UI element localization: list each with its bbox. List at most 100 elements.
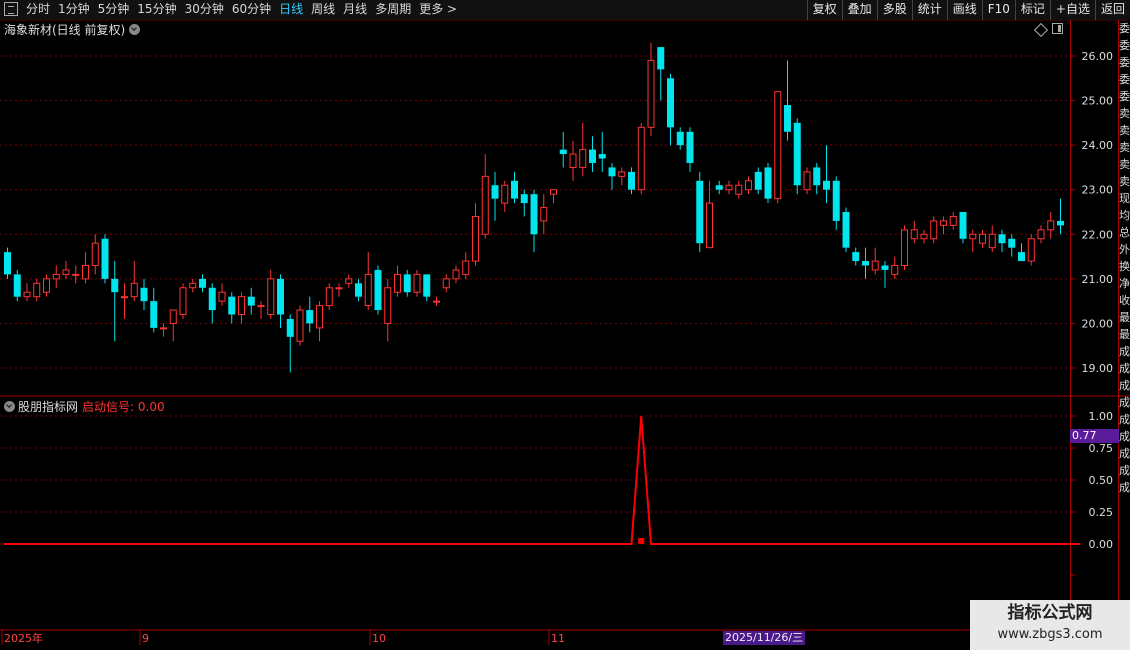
candle-body — [208, 287, 216, 311]
candle-body — [472, 215, 479, 262]
candle-body — [364, 273, 372, 307]
candle-body — [257, 305, 265, 308]
quote-label-char: 卖 — [1119, 141, 1130, 154]
price-tick-label: 26.00 — [1082, 50, 1114, 63]
candle-body — [550, 189, 557, 195]
quote-label-char: 成 — [1119, 481, 1130, 494]
candle-body — [598, 154, 606, 159]
candle-body — [813, 167, 821, 186]
candle-body — [501, 184, 509, 204]
indicator-tick-label: 0.75 — [1089, 442, 1114, 455]
chevron-down-icon[interactable] — [129, 24, 141, 35]
candle-body — [169, 309, 177, 324]
xaxis-tick-label: 11 — [551, 632, 565, 645]
kline-chart[interactable]: 26.00 25.00 24.00 23.00 22.00 21.00 20.00 19.00… — [0, 0, 1130, 650]
candle-body — [647, 59, 655, 128]
candle-body — [277, 278, 284, 315]
quote-label-char: 收 — [1119, 294, 1130, 307]
quote-label-char: 总 — [1119, 226, 1130, 239]
candle-body — [238, 296, 245, 316]
candle-body — [130, 282, 138, 298]
quote-label-char: 卖 — [1119, 107, 1130, 120]
candle-body — [160, 327, 167, 330]
candle-body — [511, 180, 518, 199]
price-tick-label: 19.00 — [1082, 362, 1114, 375]
signal-marker — [638, 538, 645, 544]
quote-label-char: 卖 — [1119, 175, 1130, 188]
price-tick-label: 20.00 — [1082, 317, 1114, 330]
candle-body — [33, 282, 41, 298]
candle-body — [335, 287, 343, 290]
quote-label-char: 成 — [1119, 447, 1130, 460]
candle-body — [667, 78, 674, 128]
candle-body — [559, 149, 567, 155]
candle-body — [852, 252, 860, 262]
quote-label-char: 委 — [1119, 73, 1130, 86]
chart-title: 海象新材(日线 前复权) — [4, 23, 126, 37]
candle-body — [842, 212, 850, 248]
candle-body — [374, 269, 382, 311]
candle-body — [569, 153, 577, 168]
candle-body — [384, 287, 392, 324]
crosshair-date-tag: 2025/11/26/三 — [723, 631, 806, 645]
quote-label-char: 委 — [1119, 22, 1130, 35]
candle-body — [267, 278, 275, 316]
quote-label-char: 成 — [1119, 379, 1130, 392]
watermark-title: 指标公式网 — [1007, 603, 1093, 623]
quote-label-char: 卖 — [1119, 124, 1130, 137]
candle-body — [998, 234, 1006, 244]
price-tick-label: 21.00 — [1082, 273, 1114, 286]
candle-body — [306, 310, 314, 324]
price-tick-label: 24.00 — [1082, 139, 1114, 152]
quote-label-char: 最 — [1119, 311, 1130, 324]
candle-body — [725, 184, 733, 191]
candle-body — [832, 180, 840, 221]
quote-label-char: 成 — [1119, 413, 1130, 426]
quote-label-char: 委 — [1119, 39, 1130, 52]
watermark: 指标公式网 www.zbgs3.com — [970, 600, 1130, 650]
candle-body — [657, 47, 665, 70]
panel-toggle-icon[interactable] — [1052, 23, 1063, 34]
candle-body — [189, 282, 197, 289]
candle-body — [325, 287, 333, 307]
candle-body — [715, 185, 723, 190]
quote-label-char: 最 — [1119, 328, 1130, 341]
diamond-icon[interactable] — [1033, 22, 1049, 38]
chart-corner-icons — [1033, 22, 1063, 38]
indicator-title-bar: 股朋指标网 启动信号: 0.00 — [4, 398, 165, 415]
candle-body — [13, 274, 21, 297]
candle-body — [793, 122, 801, 186]
quote-label-char: 换 — [1119, 260, 1130, 273]
quote-label-char: 成 — [1119, 464, 1130, 477]
quote-label-char: 成 — [1119, 396, 1130, 409]
candle-body — [462, 260, 470, 275]
candle-body — [72, 273, 80, 276]
candle-body — [1008, 238, 1016, 248]
candle-body — [316, 305, 323, 329]
candle-body — [579, 149, 587, 168]
candle-body — [530, 194, 538, 235]
xaxis-tick-label: 10 — [372, 632, 386, 645]
xaxis-tick-label: 2025年 — [4, 631, 43, 645]
candle-body — [520, 194, 528, 204]
candle-body — [121, 296, 128, 299]
candle-body — [403, 274, 411, 293]
quote-label-char: 外 — [1119, 243, 1130, 256]
indicator-tick-label: 0.25 — [1089, 506, 1114, 519]
candle-body — [179, 287, 187, 316]
candle-body — [920, 233, 928, 240]
candle-body — [23, 291, 31, 298]
candle-body — [949, 215, 957, 226]
quote-label-char: 成 — [1119, 345, 1130, 358]
quote-label-char: 成 — [1119, 362, 1130, 375]
candle-body — [803, 171, 811, 191]
candle-body — [764, 167, 772, 199]
candle-body — [423, 274, 431, 297]
chevron-down-icon[interactable] — [4, 401, 15, 412]
candle-body — [442, 278, 450, 289]
candle-body — [959, 212, 967, 239]
quote-label-char: 净 — [1119, 277, 1130, 290]
candle-body — [228, 296, 236, 315]
candle-body — [988, 233, 996, 249]
candle-body — [452, 269, 460, 280]
